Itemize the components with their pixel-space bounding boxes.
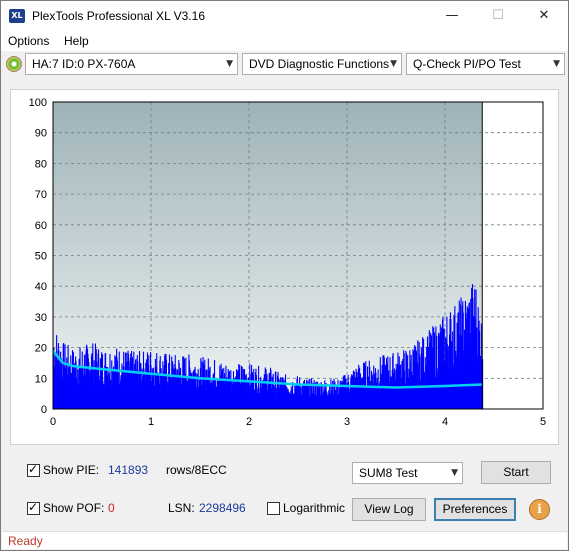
chevron-down-icon: ▼ xyxy=(451,468,458,478)
chevron-down-icon: ▼ xyxy=(226,59,233,69)
chart-panel: 0 10 20 30 40 50 60 70 80 90 100 0 1 2 3 4 5 xyxy=(10,89,559,445)
chevron-down-icon: ▼ xyxy=(553,59,560,69)
disc-icon xyxy=(6,56,22,72)
maximize-button[interactable]: ☐ xyxy=(475,1,521,31)
menu-help[interactable]: Help xyxy=(64,34,89,48)
window-title: PlexTools Professional XL V3.16 xyxy=(32,9,205,23)
start-button[interactable]: Start xyxy=(481,461,551,484)
x-tick-label: 3 xyxy=(344,416,350,428)
show-pie-label: Show PIE: xyxy=(43,463,100,477)
minimize-button[interactable]: — xyxy=(429,1,475,31)
x-tick-label: 1 xyxy=(148,416,154,428)
app-window: XL PlexTools Professional XL V3.16 — ☐ ✕… xyxy=(0,0,569,551)
y-tick-label: 60 xyxy=(35,220,47,232)
show-pof-label: Show POF: xyxy=(43,501,105,515)
test-select[interactable]: Q-Check PI/PO Test ▼ xyxy=(406,53,565,75)
view-log-button[interactable]: View Log xyxy=(352,498,426,521)
pof-value: 0 xyxy=(108,501,115,515)
y-tick-label: 0 xyxy=(41,404,47,416)
pi-po-chart: 0 10 20 30 40 50 60 70 80 90 100 0 1 2 3 4 5 xyxy=(29,97,546,428)
y-tick-label: 50 xyxy=(35,251,47,263)
chevron-down-icon: ▼ xyxy=(390,59,397,69)
y-tick-label: 80 xyxy=(35,158,47,170)
preferences-button[interactable]: Preferences xyxy=(434,498,516,521)
drive-select[interactable]: HA:7 ID:0 PX-760A ▼ xyxy=(25,53,238,75)
status-text: Ready xyxy=(8,534,43,548)
controls-panel: Show PIE: 141893 rows/8ECC Show POF: 0 L… xyxy=(10,453,559,525)
y-tick-label: 90 xyxy=(35,128,47,140)
menu-bar: Options Help xyxy=(1,31,568,51)
y-tick-label: 40 xyxy=(35,281,47,293)
close-button[interactable]: ✕ xyxy=(521,1,567,31)
status-bar: Ready xyxy=(2,531,567,549)
app-icon: XL xyxy=(9,9,25,23)
toolbar: HA:7 ID:0 PX-760A ▼ DVD Diagnostic Funct… xyxy=(1,53,568,79)
logarithmic-checkbox[interactable] xyxy=(267,502,280,515)
logarithmic-label: Logarithmic xyxy=(283,501,346,515)
x-tick-label: 5 xyxy=(540,416,546,428)
info-icon[interactable]: i xyxy=(529,499,550,520)
y-tick-label: 10 xyxy=(35,373,47,385)
x-tick-label: 4 xyxy=(442,416,448,428)
title-bar: XL PlexTools Professional XL V3.16 — ☐ ✕ xyxy=(1,1,568,31)
drive-select-value: HA:7 ID:0 PX-760A xyxy=(32,57,136,71)
x-tick-label: 0 xyxy=(50,416,56,428)
y-tick-label: 20 xyxy=(35,343,47,355)
x-tick-label: 2 xyxy=(246,416,252,428)
show-pie-checkbox[interactable] xyxy=(27,462,40,477)
lsn-label: LSN: xyxy=(168,501,195,515)
pie-unit: rows/8ECC xyxy=(166,463,227,477)
function-select[interactable]: DVD Diagnostic Functions ▼ xyxy=(242,53,402,75)
y-tick-label: 70 xyxy=(35,189,47,201)
show-pof-checkbox[interactable] xyxy=(27,500,40,515)
sum-test-select-value: SUM8 Test xyxy=(359,466,418,480)
function-select-value: DVD Diagnostic Functions xyxy=(249,57,390,71)
menu-options[interactable]: Options xyxy=(8,34,49,48)
y-tick-label: 30 xyxy=(35,312,47,324)
sum-test-select[interactable]: SUM8 Test ▼ xyxy=(352,462,463,484)
y-tick-label: 100 xyxy=(29,97,47,109)
pie-value: 141893 xyxy=(108,463,149,477)
lsn-value: 2298496 xyxy=(199,501,246,515)
test-select-value: Q-Check PI/PO Test xyxy=(413,57,521,71)
